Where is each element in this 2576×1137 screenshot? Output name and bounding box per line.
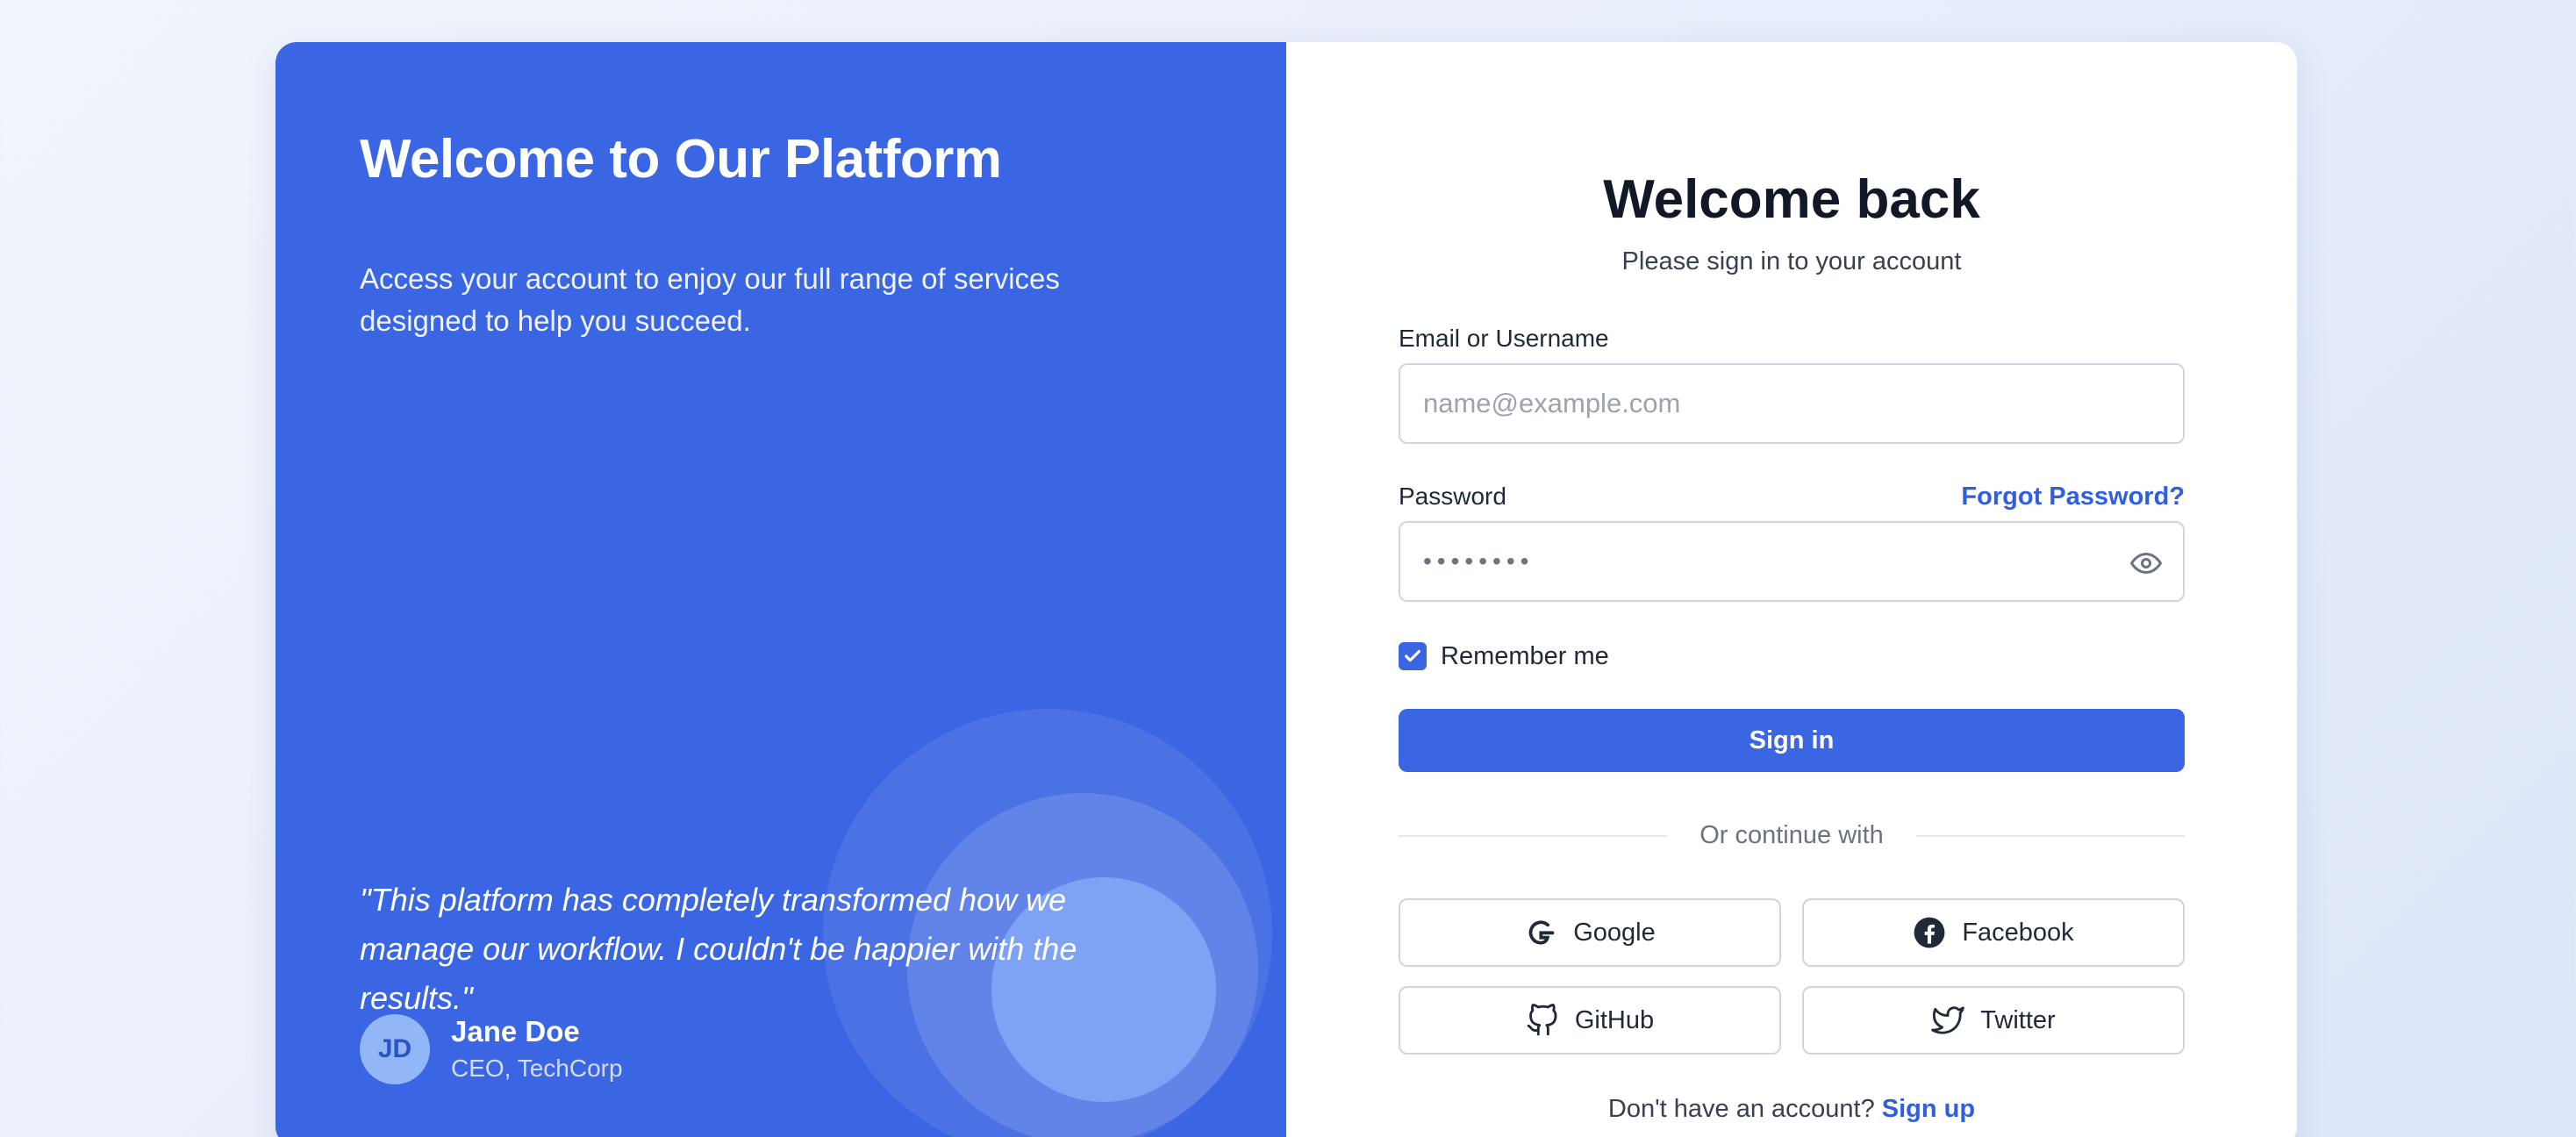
twitter-icon xyxy=(1931,1006,1965,1034)
signup-prompt: Don't have an account? xyxy=(1607,1095,1875,1123)
remember-me-checkbox[interactable] xyxy=(1399,642,1427,670)
author-name: Jane Doe xyxy=(451,1015,580,1048)
author-role: CEO, TechCorp xyxy=(451,1055,623,1082)
signin-panel: Welcome back Please sign in to your acco… xyxy=(1286,42,2297,1137)
form-subtitle: Please sign in to your account xyxy=(1621,247,1962,275)
hero-panel: Welcome to Our Platform Access your acco… xyxy=(275,42,1286,1137)
hero-subtitle: Access your account to enjoy our full ra… xyxy=(360,262,1060,337)
testimonial-author: JD Jane Doe CEO, TechCorp xyxy=(360,1012,623,1086)
email-label: Email or Username xyxy=(1399,325,1609,352)
avatar: JD xyxy=(360,1014,430,1084)
login-card: Welcome to Our Platform Access your acco… xyxy=(275,42,2297,1137)
social-divider: Or continue with xyxy=(1399,818,2185,853)
check-icon xyxy=(1405,649,1420,662)
google-label: Google xyxy=(1573,918,1656,947)
facebook-button[interactable]: Facebook xyxy=(1802,898,2185,967)
sign-in-button[interactable]: Sign in xyxy=(1399,709,2185,772)
divider-label: Or continue with xyxy=(1699,821,1884,849)
remember-me: Remember me xyxy=(1399,640,1609,672)
hero-title: Welcome to Our Platform xyxy=(360,129,1002,190)
email-field-wrapper xyxy=(1399,363,2185,444)
forgot-password-link[interactable]: Forgot Password? xyxy=(1961,479,2185,514)
google-button[interactable]: Google xyxy=(1399,898,1781,967)
email-field[interactable] xyxy=(1423,388,2160,419)
facebook-icon xyxy=(1914,917,1945,948)
github-label: GitHub xyxy=(1574,1005,1655,1034)
password-value: •••••••• xyxy=(1423,547,1535,575)
password-label: Password xyxy=(1399,483,1506,510)
testimonial-quote: "This platform has completely transforme… xyxy=(360,882,1077,1016)
remember-me-label[interactable]: Remember me xyxy=(1441,640,1609,672)
github-icon xyxy=(1527,1004,1557,1036)
twitter-label: Twitter xyxy=(1980,1005,2056,1034)
twitter-button[interactable]: Twitter xyxy=(1802,986,2185,1055)
password-field[interactable]: •••••••• xyxy=(1399,521,2185,602)
facebook-label: Facebook xyxy=(1962,918,2074,947)
signup-row: Don't have an account? Sign up xyxy=(1286,1091,2297,1126)
sign-up-link[interactable]: Sign up xyxy=(1882,1095,1975,1123)
google-icon xyxy=(1528,920,1555,945)
github-button[interactable]: GitHub xyxy=(1399,986,1781,1055)
eye-icon[interactable] xyxy=(2130,547,2162,579)
form-title: Welcome back xyxy=(1603,169,1980,230)
